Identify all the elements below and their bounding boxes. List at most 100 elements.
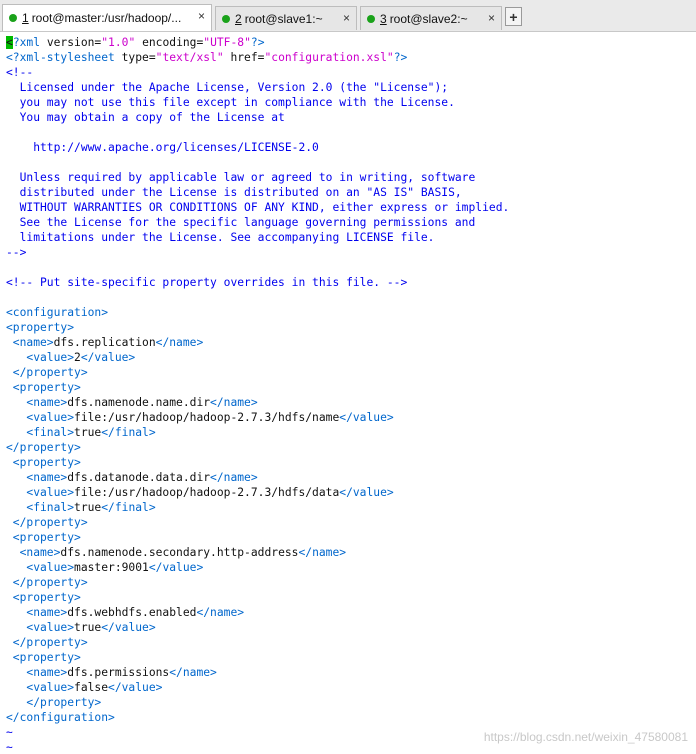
code-token: file:/usr/hadoop/hadoop-2.7.3/hdfs/name	[74, 411, 340, 424]
code-line: <name>dfs.datanode.data.dir</name>	[6, 470, 509, 485]
code-line: <value>false</value>	[6, 680, 509, 695]
code-line: <?xml-stylesheet type="text/xsl" href="c…	[6, 50, 509, 65]
code-line: <value>file:/usr/hadoop/hadoop-2.7.3/hdf…	[6, 485, 509, 500]
terminal-editor[interactable]: <?xml version="1.0" encoding="UTF-8"?> <?…	[0, 33, 696, 754]
tab-number: 2	[235, 11, 242, 26]
code-token: <value>	[6, 621, 75, 634]
code-token: <?xml-stylesheet	[6, 51, 122, 64]
tab-root-slave2[interactable]: 3 root@slave2:~ ×	[360, 6, 502, 30]
code-token: You may obtain a copy of the License at	[6, 111, 285, 124]
code-token: </configuration>	[6, 711, 115, 724]
code-token: dfs.datanode.data.dir	[67, 471, 211, 484]
code-token: <property>	[6, 591, 81, 604]
code-token: </name>	[155, 336, 204, 349]
code-token: </value>	[101, 621, 156, 634]
code-line: <value>master:9001</value>	[6, 560, 509, 575]
code-token: href=	[223, 51, 265, 64]
code-token: "text/xsl"	[155, 51, 224, 64]
code-line: <value>true</value>	[6, 620, 509, 635]
code-token: </value>	[339, 411, 394, 424]
code-line: <final>true</final>	[6, 500, 509, 515]
code-line: See the License for the specific languag…	[6, 215, 509, 230]
tab-bar: 1 root@master:/usr/hadoop/... × 2 root@s…	[0, 0, 696, 32]
text-cursor: <	[6, 36, 13, 49]
code-line: <property>	[6, 650, 509, 665]
tab-title: root@slave1:~	[244, 11, 323, 26]
code-token: distributed under the License is distrib…	[6, 186, 462, 199]
close-tab-icon[interactable]: ×	[488, 11, 495, 25]
code-token: WITHOUT WARRANTIES OR CONDITIONS OF ANY …	[6, 201, 510, 214]
code-line: <property>	[6, 530, 509, 545]
tab-title: root@master:/usr/hadoop/...	[31, 11, 182, 25]
code-line: </property>	[6, 365, 509, 380]
code-line: </property>	[6, 440, 509, 455]
code-token: dfs.namenode.secondary.http-address	[60, 546, 299, 559]
code-token: </property>	[6, 576, 88, 589]
code-token: <!--	[6, 66, 34, 79]
code-line: </property>	[6, 635, 509, 650]
close-tab-icon[interactable]: ×	[343, 11, 350, 25]
code-token: encoding=	[135, 36, 204, 49]
code-token: <name>	[6, 336, 54, 349]
code-token: file:/usr/hadoop/hadoop-2.7.3/hdfs/data	[74, 486, 340, 499]
code-token: </value>	[148, 561, 204, 574]
code-token: </property>	[6, 636, 88, 649]
code-token: </property>	[6, 366, 88, 379]
code-token: ?xml	[12, 36, 47, 49]
code-token: <value>	[6, 486, 75, 499]
code-token: </name>	[298, 546, 347, 559]
code-token: -->	[6, 246, 27, 259]
connected-status-icon	[367, 14, 375, 23]
code-token: <name>	[6, 666, 68, 679]
code-token: </name>	[196, 606, 245, 619]
tab-title: root@slave2:~	[389, 11, 468, 26]
code-line: <name>dfs.namenode.name.dir</name>	[6, 395, 509, 410]
code-token: dfs.webhdfs.enabled	[67, 606, 197, 619]
code-line: <name>dfs.webhdfs.enabled</name>	[6, 605, 509, 620]
code-token: <final>	[6, 426, 75, 439]
close-tab-icon[interactable]: ×	[198, 9, 205, 23]
code-token: </property>	[6, 516, 88, 529]
tab-number: 1	[22, 11, 29, 25]
code-token: "UTF-8"	[203, 36, 251, 49]
code-token: version=	[46, 36, 102, 49]
code-token: ~	[6, 726, 13, 739]
connected-status-icon	[9, 14, 17, 22]
code-token: <final>	[6, 501, 75, 514]
code-token: <!-- Put site-specific property override…	[6, 276, 408, 289]
file-content: <?xml version="1.0" encoding="UTF-8"?> <?…	[6, 35, 509, 754]
tab-root-slave1[interactable]: 2 root@slave1:~ ×	[215, 6, 357, 30]
code-token: dfs.permissions	[67, 666, 170, 679]
code-line: distributed under the License is distrib…	[6, 185, 509, 200]
code-token: <value>	[6, 681, 75, 694]
new-tab-button[interactable]: +	[505, 7, 522, 26]
code-token: <property>	[6, 651, 81, 664]
code-token: true	[74, 621, 102, 634]
code-line: </property>	[6, 515, 509, 530]
code-line: </property>	[6, 695, 509, 710]
code-token: "configuration.xsl"	[264, 51, 394, 64]
connected-status-icon	[222, 14, 230, 23]
code-line: -->	[6, 245, 509, 260]
code-token: you may not use this file except in comp…	[6, 96, 455, 109]
code-token: <property>	[6, 321, 75, 334]
code-line: </property>	[6, 575, 509, 590]
code-line: <value>file:/usr/hadoop/hadoop-2.7.3/hdf…	[6, 410, 509, 425]
code-token: true	[74, 501, 102, 514]
code-token: "1.0"	[101, 36, 136, 49]
tab-root-master[interactable]: 1 root@master:/usr/hadoop/... ×	[2, 4, 212, 31]
code-line: Unless required by applicable law or agr…	[6, 170, 509, 185]
code-line: <property>	[6, 320, 509, 335]
code-token: </property>	[6, 696, 102, 709]
code-token: master:9001	[74, 561, 149, 574]
code-token: dfs.namenode.name.dir	[67, 396, 211, 409]
code-token: <value>	[6, 351, 75, 364]
code-token: </value>	[339, 486, 394, 499]
code-token: Unless required by applicable law or agr…	[6, 171, 476, 184]
code-line: <name>dfs.replication</name>	[6, 335, 509, 350]
tab-number: 3	[380, 11, 387, 26]
code-token: See the License for the specific languag…	[6, 216, 476, 229]
